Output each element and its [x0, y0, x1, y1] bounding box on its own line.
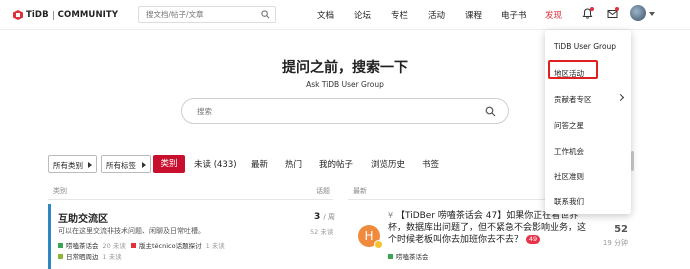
top-header: TiDB COMMUNITY 文档 论坛 专栏 活动 课程 电子书 发现 — [0, 0, 690, 30]
subcategory-item[interactable]: 唠嗑茶话会 20 未读 — [58, 240, 126, 250]
logo-brand-text: TiDB — [26, 10, 49, 20]
scrollbar-thumb[interactable] — [631, 151, 634, 171]
subcategory-name: 版主técnico话题探讨 — [139, 242, 202, 250]
menu-item-contact[interactable]: 联系我们 — [554, 196, 584, 207]
tidb-logo-icon — [13, 10, 23, 20]
caret-right-icon — [142, 162, 146, 168]
subcategory-count: 1 未读 — [102, 253, 122, 261]
topic-count-number: 3 — [314, 212, 321, 222]
discover-dropdown-menu: TiDB User Group 地区活动 贡献者专区 问答之星 工作机会 社区准… — [545, 30, 631, 214]
divider — [48, 199, 333, 200]
caret-right-icon — [88, 162, 92, 168]
topic-title[interactable]: 【TiDBer 唠嗑茶话会 47】如果你正在看世界杯，数据库出问题了，但不紧急不… — [388, 211, 586, 245]
subcategory-count: 20 未读 — [102, 242, 126, 250]
tab-unread[interactable]: 未读 (433) — [194, 158, 237, 170]
menu-item-guidelines[interactable]: 社区准则 — [554, 171, 584, 182]
subcategory-name: 日常晒周边 — [66, 253, 99, 261]
category-description: 可以在这里交流非技术问题、闲聊及日常吐槽。 — [58, 227, 205, 235]
user-badge-icon — [374, 240, 383, 249]
chevron-down-icon[interactable] — [649, 12, 655, 16]
topic-category-name: 唠嗑茶话会 — [396, 253, 429, 261]
tab-hot[interactable]: 热门 — [285, 158, 302, 170]
tab-categories[interactable]: 类别 — [153, 155, 185, 173]
categories-column-header: 类别 — [53, 187, 67, 195]
menu-item-user-group[interactable]: TiDB User Group — [554, 42, 616, 51]
category-dropdown[interactable]: 所有类别 — [48, 155, 97, 173]
menu-item-qa-stars[interactable]: 问答之星 — [554, 120, 584, 131]
menu-item-jobs[interactable]: 工作机会 — [554, 146, 584, 157]
category-title[interactable]: 互助交流区 — [58, 210, 108, 225]
search-icon[interactable] — [261, 10, 270, 19]
hero-search-box[interactable] — [181, 98, 509, 124]
topic-reply-count: 52 — [614, 224, 628, 235]
search-icon[interactable] — [485, 106, 496, 117]
subcategory-item[interactable]: 日常晒周边 1 未读 — [58, 251, 122, 261]
category-color-bar — [48, 204, 51, 269]
nav-ebooks[interactable]: 电子书 — [501, 9, 527, 21]
hero-search-input[interactable] — [197, 105, 457, 118]
nav-columns[interactable]: 专栏 — [391, 9, 408, 21]
unread-count-badge: 49 — [525, 235, 541, 244]
header-search-box[interactable] — [138, 6, 276, 23]
topics-column-header: 话题 — [316, 187, 330, 195]
pin-icon: ¥ — [388, 211, 394, 220]
tab-my-posts[interactable]: 我的帖子 — [319, 158, 353, 170]
category-dropdown-label: 所有类别 — [53, 161, 83, 170]
header-search-input[interactable] — [139, 7, 251, 22]
nav-docs[interactable]: 文档 — [317, 9, 334, 21]
highlight-box — [548, 60, 598, 79]
subcategory-item[interactable]: 版主técnico话题探讨 1 未读 — [131, 240, 225, 250]
topic-title-block[interactable]: ¥ 【TiDBer 唠嗑茶话会 47】如果你正在看世界杯，数据库出问题了，但不紧… — [388, 210, 593, 246]
latest-column-header: 最新 — [353, 187, 367, 195]
tag-dropdown-label: 所有标签 — [106, 161, 136, 170]
subcategory-count: 1 未读 — [205, 242, 225, 250]
subcategory-name: 唠嗑茶话会 — [66, 242, 99, 250]
bell-notification-dot — [590, 7, 594, 11]
subcategory-color-square — [131, 242, 136, 248]
topic-count-suffix: / 周 — [323, 213, 335, 221]
logo-divider — [52, 10, 54, 20]
topic-activity-time: 19 分钟 — [602, 239, 628, 247]
tab-latest[interactable]: 最新 — [251, 158, 268, 170]
nav-discover[interactable]: 发现 — [545, 9, 562, 21]
subcategory-color-square — [58, 253, 63, 259]
tab-bookmarks[interactable]: 书签 — [422, 158, 439, 170]
logo-suffix-text: COMMUNITY — [57, 10, 119, 20]
topic-category[interactable]: 唠嗑茶话会 — [388, 251, 429, 261]
tidb-logo[interactable]: TiDB COMMUNITY — [13, 9, 118, 21]
user-avatar[interactable] — [630, 5, 646, 21]
category-unread-count: 52 未读 — [310, 228, 334, 236]
nav-events[interactable]: 活动 — [428, 9, 445, 21]
topic-category-square — [388, 253, 393, 259]
nav-forum[interactable]: 论坛 — [354, 9, 371, 21]
menu-item-contributor-zone[interactable]: 贡献者专区 — [554, 94, 592, 105]
nav-courses[interactable]: 课程 — [465, 9, 482, 21]
category-topic-count: 3 / 周 — [314, 212, 335, 222]
subcategory-color-square — [58, 242, 63, 248]
tab-history[interactable]: 浏览历史 — [371, 158, 405, 170]
tag-dropdown[interactable]: 所有标签 — [101, 155, 151, 173]
mail-notification-dot — [615, 7, 619, 11]
